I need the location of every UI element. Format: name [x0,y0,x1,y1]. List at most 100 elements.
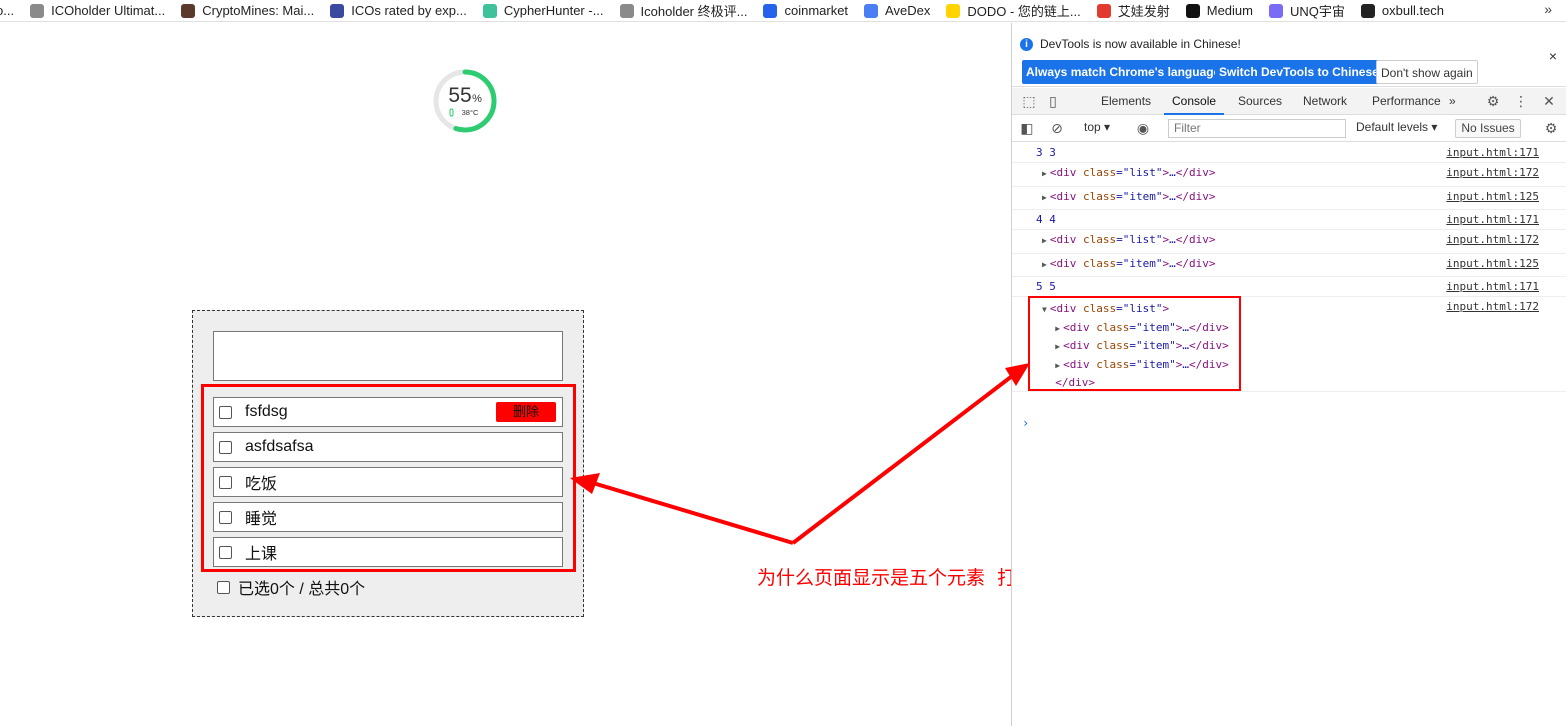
bookmark-label: oxbull.tech [1381,3,1445,18]
dial-percent: % [472,93,482,105]
select-all-checkbox[interactable] [217,580,230,594]
bookmark-favicon-icon [619,3,634,18]
bookmark-item[interactable]: ICOs rated by exp... [330,0,467,21]
bookmark-favicon-icon [330,3,345,18]
console-log-message[interactable]: ▶ <div class="item">…</div> [1042,257,1215,270]
bookmarks-more-button[interactable]: » [1544,1,1552,17]
kebab-menu-icon[interactable]: ⋮ [1512,92,1530,110]
context-select[interactable]: top ▾ [1084,120,1110,134]
annotation-box-left [201,384,576,572]
bookmark-label: 艾娃发射 [1117,4,1170,19]
bookmark-item[interactable]: AveDex [864,0,931,21]
bookmark-label: CypherHunter -... [503,3,604,18]
console-log-message: 4 4 [1036,213,1056,226]
bookmark-label: coinmarket [784,3,849,18]
console-settings-icon[interactable]: ⚙ [1542,119,1560,137]
console-source-link[interactable]: input.html:125 [1446,190,1539,203]
tab-sources[interactable]: Sources [1230,88,1290,115]
bookmark-favicon-icon [482,3,497,18]
bookmark-favicon-icon [946,3,961,18]
bookmark-item[interactable]: oxbull.tech [1360,0,1445,21]
console-log-row: ▶ <div class="list">…</div> input.html:172 [1012,230,1566,254]
bookmark-item[interactable]: Medium [1185,0,1253,21]
bookmark-label: AveDex [885,3,931,18]
page-viewport: 55 % 38°C fsfdsg 删除 asfdsafsa 吃饭 睡觉 上课 已选0个 /… [0,23,1011,726]
tab-elements[interactable]: Elements [1093,88,1159,115]
battery-dial: 55 % 38°C [433,69,497,133]
console-log-row: ▶ <div class="item">…</div> input.html:125 [1012,187,1566,210]
console-source-link[interactable]: input.html:171 [1446,213,1539,226]
summary-text: 已选0个 / 总共0个 [238,581,366,598]
switch-chinese-button[interactable]: Switch DevTools to Chinese [1215,60,1383,84]
device-toolbar-icon[interactable]: ▯ [1044,92,1062,110]
levels-dropdown[interactable]: Default levels ▾ [1356,120,1437,134]
bookmark-favicon-icon [181,3,196,18]
bookmark-label: ICOs rated by exp... [351,3,467,18]
console-log-row: 4 4 input.html:171 [1012,210,1566,230]
devtools-language-banner: i DevTools is now available in Chinese! ×… [1012,23,1566,87]
inspect-element-icon[interactable]: ⬚ [1020,92,1038,110]
bookmark-label: Medium [1206,3,1253,18]
console-log-row: 5 5 input.html:171 [1012,277,1566,297]
bookmark-label: o... [0,3,15,18]
bookmarks-bar: o... ICOholder Ultimat... CryptoMines: Mai… [0,0,1566,22]
bookmark-favicon-icon [763,3,778,18]
console-source-link[interactable]: input.html:125 [1446,257,1539,270]
bookmark-item[interactable]: 艾娃发射 [1096,0,1170,21]
close-icon[interactable]: × [1549,48,1557,64]
bookmark-label: Icoholder 终极评... [640,4,748,19]
annotation-box-right [1028,296,1241,391]
bookmark-item[interactable]: Icoholder 终极评... [619,0,748,21]
bookmark-item[interactable]: o... [0,0,15,21]
bookmark-item[interactable]: CypherHunter -... [482,0,604,21]
bookmark-favicon-icon [1096,3,1111,18]
dont-show-again-button[interactable]: Don't show again [1376,60,1478,84]
bookmark-favicon-icon [30,3,45,18]
tab-network[interactable]: Network [1295,88,1355,115]
issues-button[interactable]: No Issues [1455,119,1521,138]
bookmark-item[interactable]: UNQ宇宙 [1269,0,1345,21]
bookmark-item[interactable]: ICOholder Ultimat... [30,0,165,21]
console-source-link[interactable]: input.html:172 [1446,233,1539,246]
dial-value: 55 [448,84,471,107]
close-devtools-icon[interactable]: ✕ [1540,92,1558,110]
info-icon: i [1020,37,1033,51]
console-toolbar: ◧ ⊘ top ▾ ◉ Filter Default levels ▾ No I… [1012,115,1566,142]
console-log-message[interactable]: ▶ <div class="list">…</div> [1042,233,1215,246]
bookmark-item[interactable]: CryptoMines: Mai... [181,0,315,21]
bookmark-label: CryptoMines: Mai... [202,3,315,18]
console-source-link[interactable]: input.html:172 [1446,300,1539,313]
console-output: 3 3 input.html:171 ▶ <div class="list">…</d… [1012,143,1566,726]
bookmark-item[interactable]: DODO - 您的链上... [946,0,1081,21]
todo-input[interactable] [213,331,563,381]
sidebar-toggle-icon[interactable]: ◧ [1018,119,1036,137]
bookmark-favicon-icon [864,3,879,18]
console-log-row: ▶ <div class="list">…</div> input.html:172 [1012,163,1566,187]
console-source-link[interactable]: input.html:171 [1446,146,1539,159]
filter-input[interactable]: Filter [1168,119,1346,138]
console-source-link[interactable]: input.html:172 [1446,166,1539,179]
bookmark-item[interactable]: coinmarket [763,0,849,21]
bookmark-favicon-icon [1269,3,1283,18]
console-log-row: 3 3 input.html:171 [1012,143,1566,163]
banner-message: DevTools is now available in Chinese! [1040,37,1241,51]
tab-performance[interactable]: Performance [1364,88,1449,115]
console-log-message[interactable]: ▶ <div class="item">…</div> [1042,190,1215,203]
select-all-row[interactable]: 已选0个 / 总共0个 [217,575,365,599]
console-prompt[interactable]: › [1022,416,1029,430]
console-source-link[interactable]: input.html:171 [1446,280,1539,293]
console-log-message[interactable]: ▶ <div class="list">…</div> [1042,166,1215,179]
match-language-button[interactable]: Always match Chrome's language [1022,60,1225,84]
more-tabs-button[interactable]: » [1449,88,1456,115]
bookmark-label: UNQ宇宙 [1290,4,1345,19]
bookmark-favicon-icon [1185,3,1200,18]
eye-icon[interactable]: ◉ [1134,119,1152,137]
bookmark-favicon-icon [1360,3,1375,18]
console-log-message: 5 5 [1036,280,1056,293]
tab-console[interactable]: Console [1164,88,1225,115]
gear-icon[interactable]: ⚙ [1484,92,1502,110]
console-log-row: ▶ <div class="item">…</div> input.html:125 [1012,254,1566,277]
clear-console-icon[interactable]: ⊘ [1048,119,1066,137]
devtools-tab-bar: ⬚ ▯ Elements Console Sources Network Perform… [1012,88,1566,115]
dial-temperature: 38°C [462,108,479,117]
